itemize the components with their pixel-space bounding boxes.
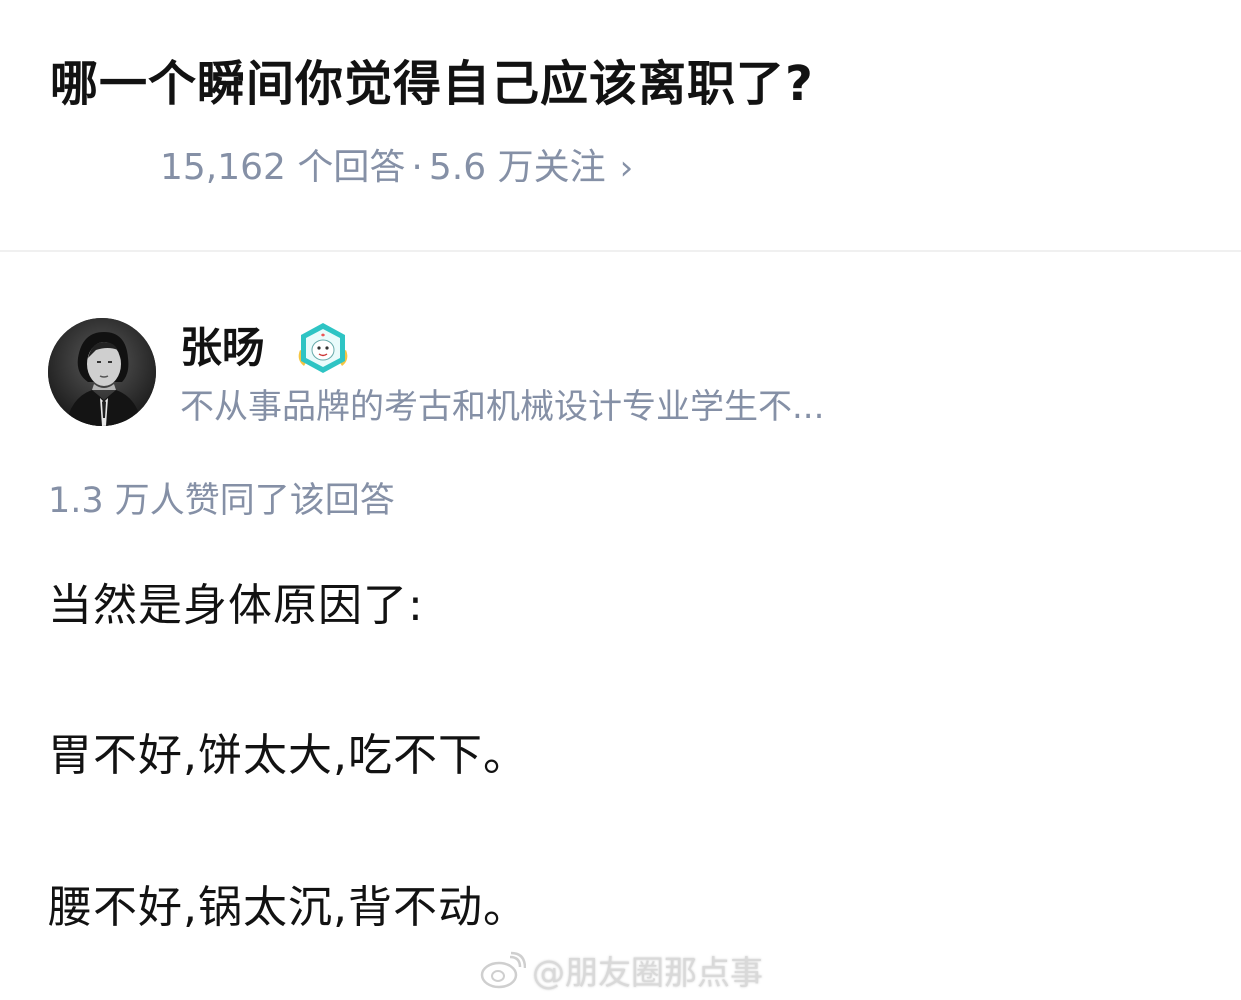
vote-count: 1.3 万人赞同了该回答 xyxy=(48,481,395,521)
meta-separator: · xyxy=(411,147,423,188)
follow-count: 5.6 万关注 xyxy=(428,147,606,188)
answer-paragraph: 当然是身体原因了: xyxy=(48,580,424,631)
question-header: 哪一个瞬间你觉得自己应该离职了? 15,162 个回答 · 5.6 万关注 › xyxy=(0,0,1241,252)
weibo-icon xyxy=(480,951,526,989)
answer-paragraph: 腰不好,锅太沉,背不动。 xyxy=(48,882,528,933)
answer-paragraph: 胃不好,饼太大,吃不下。 xyxy=(48,730,528,781)
author-bio: 不从事品牌的考古和机械设计专业学生不... xyxy=(180,387,825,427)
watermark: @朋友圈那点事 xyxy=(480,946,763,994)
avatar-photo xyxy=(48,318,156,426)
badge-icon[interactable] xyxy=(294,320,352,376)
author-name[interactable]: 张旸 xyxy=(180,320,264,376)
answer-count: 15,162 个回答 xyxy=(160,147,406,188)
author-info: 张旸 不从事品牌的考古和机械设计专业学生不... xyxy=(48,318,1198,430)
avatar[interactable] xyxy=(48,318,156,426)
question-meta-link[interactable]: 15,162 个回答 · 5.6 万关注 › xyxy=(160,144,633,192)
watermark-text: @朋友圈那点事 xyxy=(532,953,763,992)
question-title[interactable]: 哪一个瞬间你觉得自己应该离职了? xyxy=(50,52,814,116)
chevron-right-icon: › xyxy=(619,148,634,188)
